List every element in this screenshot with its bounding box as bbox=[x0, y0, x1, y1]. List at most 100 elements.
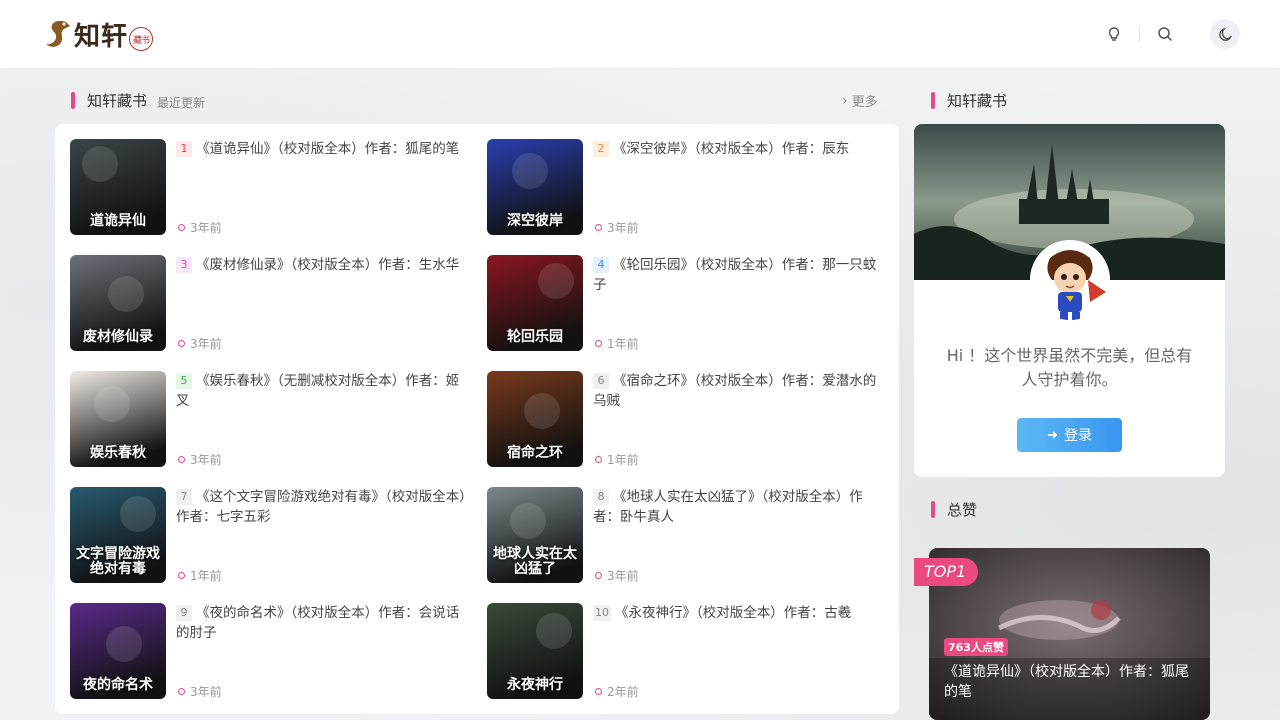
book-title: 《永夜神行》（校对版全本）作者：古羲 bbox=[615, 605, 852, 621]
profile-motto: Hi ！这个世界虽然不完美，但总有人守护着你。 bbox=[946, 346, 1193, 389]
book-cover-title: 娱乐春秋 bbox=[90, 445, 146, 461]
bulb-icon[interactable] bbox=[1100, 20, 1128, 48]
main-section-heading: 知轩藏书 最近更新 bbox=[71, 90, 205, 111]
book-cover[interactable]: 轮回乐园 bbox=[487, 255, 583, 351]
time-text: 1年前 bbox=[607, 337, 639, 351]
book-update-time: 3年前 bbox=[178, 219, 222, 236]
rank-badge: 8 bbox=[593, 489, 609, 505]
top-book-title: 《道诡异仙》（校对版全本）作者：狐尾的笔 bbox=[944, 664, 1189, 700]
book-list-item[interactable]: 夜的命名术 9 《夜的命名术》（校对版全本）作者：会说话的肘子 3年前 bbox=[70, 603, 470, 699]
header-divider bbox=[1139, 26, 1140, 42]
profile-section-heading: 知轩藏书 bbox=[931, 90, 1007, 111]
book-cover-title: 深空彼岸 bbox=[507, 213, 563, 229]
book-cover[interactable]: 夜的命名术 bbox=[70, 603, 166, 699]
book-title-link[interactable]: 9 《夜的命名术》（校对版全本）作者：会说话的肘子 bbox=[176, 603, 466, 643]
book-list-item[interactable]: 道诡异仙 1 《道诡异仙》（校对版全本）作者：狐尾的笔 3年前 bbox=[70, 139, 470, 235]
search-icon[interactable] bbox=[1151, 20, 1179, 48]
book-title: 《这个文字冒险游戏绝对有毒》（校对版全本）作者：七字五彩 bbox=[176, 489, 466, 525]
sign-in-icon: ➜ bbox=[1047, 427, 1058, 442]
likes-section-heading: 总赞 bbox=[931, 499, 977, 520]
profile-card: Hi ！这个世界虽然不完美，但总有人守护着你。 ➜ 登录 bbox=[914, 124, 1225, 477]
book-cover-title: 废材修仙录 bbox=[83, 329, 153, 345]
book-update-time: 1年前 bbox=[178, 567, 222, 584]
book-cover[interactable]: 娱乐春秋 bbox=[70, 371, 166, 467]
book-cover[interactable]: 文字冒险游戏绝对有毒 bbox=[70, 487, 166, 583]
avatar[interactable] bbox=[1030, 240, 1110, 320]
rank-badge: 9 bbox=[176, 605, 192, 621]
book-list-item[interactable]: 宿命之环 6 《宿命之环》（校对版全本）作者：爱潜水的乌贼 1年前 bbox=[487, 371, 887, 467]
book-title-link[interactable]: 3 《废材修仙录》（校对版全本）作者：生水华 bbox=[176, 255, 466, 275]
login-button[interactable]: ➜ 登录 bbox=[1017, 418, 1122, 452]
book-list-card: 道诡异仙 1 《道诡异仙》（校对版全本）作者：狐尾的笔 3年前 深空彼岸 2 《深空彼岸》（… bbox=[55, 124, 899, 714]
dark-mode-toggle[interactable] bbox=[1210, 19, 1240, 49]
avatar-image bbox=[1030, 240, 1110, 320]
time-text: 1年前 bbox=[607, 453, 639, 467]
book-list-item[interactable]: 永夜神行 10 《永夜神行》（校对版全本）作者：古羲 2年前 bbox=[487, 603, 887, 699]
book-cover[interactable]: 宿命之环 bbox=[487, 371, 583, 467]
rank-badge: 1 bbox=[176, 141, 192, 157]
book-cover-title: 夜的命名术 bbox=[83, 677, 153, 693]
rank-badge: 7 bbox=[176, 489, 192, 505]
section-accent-bar bbox=[931, 501, 935, 518]
likes-section-title: 总赞 bbox=[947, 501, 978, 519]
login-label: 登录 bbox=[1063, 427, 1092, 443]
book-update-time: 1年前 bbox=[595, 335, 639, 352]
rank-badge: 10 bbox=[593, 605, 611, 621]
section-subtitle: 最近更新 bbox=[157, 95, 206, 110]
book-title: 《地球人实在太凶猛了》（校对版全本）作者：卧牛真人 bbox=[593, 489, 863, 525]
book-update-time: 3年前 bbox=[595, 219, 639, 236]
more-label: 更多 bbox=[851, 95, 878, 110]
like-count-tag: 763人点赞 bbox=[944, 638, 1008, 656]
book-cover[interactable]: 道诡异仙 bbox=[70, 139, 166, 235]
logo-seal: 藏书 bbox=[129, 27, 154, 51]
book-title: 《废材修仙录》（校对版全本）作者：生水华 bbox=[196, 257, 460, 273]
time-text: 1年前 bbox=[190, 569, 222, 583]
dragon-logo-icon bbox=[46, 20, 70, 47]
time-dot-icon bbox=[178, 224, 185, 231]
book-list-item[interactable]: 轮回乐园 4 《轮回乐园》（校对版全本）作者：那一只蚊子 1年前 bbox=[487, 255, 887, 351]
book-title-link[interactable]: 5 《娱乐春秋》（无删减校对版全本）作者：姬叉 bbox=[176, 371, 466, 411]
book-cover[interactable]: 永夜神行 bbox=[487, 603, 583, 699]
time-dot-icon bbox=[178, 456, 185, 463]
time-dot-icon bbox=[595, 572, 602, 579]
time-text: 3年前 bbox=[190, 453, 222, 467]
logo-text: 知轩 bbox=[74, 21, 129, 52]
book-title-link[interactable]: 1 《道诡异仙》（校对版全本）作者：狐尾的笔 bbox=[176, 139, 466, 159]
site-logo[interactable]: 知轩 藏书 bbox=[44, 14, 154, 54]
book-cover-title: 宿命之环 bbox=[507, 445, 563, 461]
section-accent-bar bbox=[931, 92, 935, 109]
book-update-time: 1年前 bbox=[595, 451, 639, 468]
book-cover-title: 道诡异仙 bbox=[90, 213, 146, 229]
book-title: 《深空彼岸》（校对版全本）作者：辰东 bbox=[613, 141, 850, 157]
time-dot-icon bbox=[178, 572, 185, 579]
book-list-item[interactable]: 文字冒险游戏绝对有毒 7 《这个文字冒险游戏绝对有毒》（校对版全本）作者：七字五彩 1… bbox=[70, 487, 470, 583]
book-update-time: 3年前 bbox=[178, 451, 222, 468]
book-cover-title: 永夜神行 bbox=[507, 677, 563, 693]
book-title-link[interactable]: 7 《这个文字冒险游戏绝对有毒》（校对版全本）作者：七字五彩 bbox=[176, 487, 466, 527]
time-dot-icon bbox=[595, 340, 602, 347]
book-list-item[interactable]: 娱乐春秋 5 《娱乐春秋》（无删减校对版全本）作者：姬叉 3年前 bbox=[70, 371, 470, 467]
book-cover[interactable]: 废材修仙录 bbox=[70, 255, 166, 351]
book-title: 《道诡异仙》（校对版全本）作者：狐尾的笔 bbox=[196, 141, 460, 157]
book-title-link[interactable]: 10 《永夜神行》（校对版全本）作者：古羲 bbox=[593, 603, 883, 623]
rank-badge: 2 bbox=[593, 141, 609, 157]
book-title-link[interactable]: 6 《宿命之环》（校对版全本）作者：爱潜水的乌贼 bbox=[593, 371, 883, 411]
book-title: 《夜的命名术》（校对版全本）作者：会说话的肘子 bbox=[176, 605, 460, 641]
book-title: 《娱乐春秋》（无删减校对版全本）作者：姬叉 bbox=[176, 373, 460, 409]
moon-icon bbox=[1218, 27, 1232, 41]
book-cover[interactable]: 地球人实在太凶猛了 bbox=[487, 487, 583, 583]
book-list-item[interactable]: 深空彼岸 2 《深空彼岸》（校对版全本）作者：辰东 3年前 bbox=[487, 139, 887, 235]
book-cover-title: 地球人实在太凶猛了 bbox=[493, 546, 577, 577]
profile-section-title: 知轩藏书 bbox=[947, 92, 1008, 110]
more-link[interactable]: › 更多 bbox=[842, 91, 878, 111]
time-text: 3年前 bbox=[190, 221, 222, 235]
chevron-right-icon: › bbox=[842, 92, 848, 109]
time-dot-icon bbox=[595, 224, 602, 231]
book-list-item[interactable]: 废材修仙录 3 《废材修仙录》（校对版全本）作者：生水华 3年前 bbox=[70, 255, 470, 351]
top-rank-badge: TOP1 bbox=[914, 558, 979, 586]
book-list-item[interactable]: 地球人实在太凶猛了 8 《地球人实在太凶猛了》（校对版全本）作者：卧牛真人 3年前 bbox=[487, 487, 887, 583]
book-title-link[interactable]: 4 《轮回乐园》（校对版全本）作者：那一只蚊子 bbox=[593, 255, 883, 295]
book-title-link[interactable]: 8 《地球人实在太凶猛了》（校对版全本）作者：卧牛真人 bbox=[593, 487, 883, 527]
book-cover[interactable]: 深空彼岸 bbox=[487, 139, 583, 235]
book-title-link[interactable]: 2 《深空彼岸》（校对版全本）作者：辰东 bbox=[593, 139, 883, 159]
